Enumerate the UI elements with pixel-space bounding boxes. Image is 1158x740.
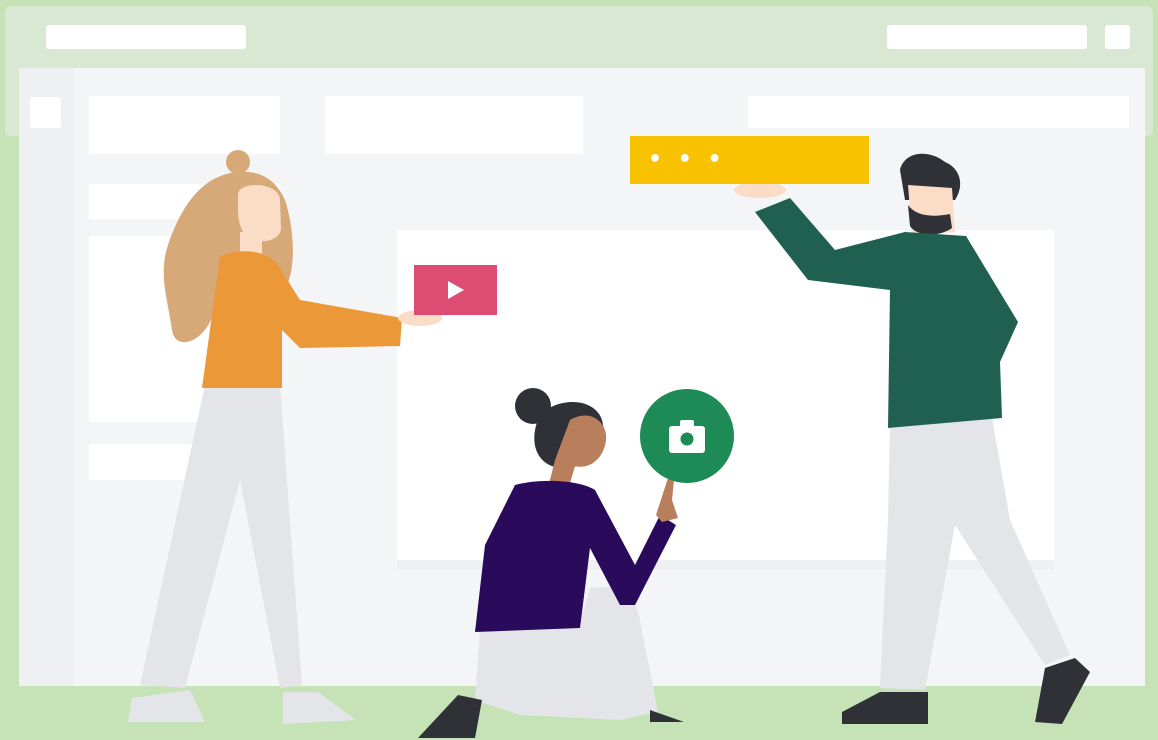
woman-left-shoe-front <box>283 692 356 724</box>
man-right-hand <box>734 182 786 198</box>
camera-badge <box>640 389 734 483</box>
more-dots-icon: • • • <box>648 147 726 172</box>
video-card <box>414 265 497 315</box>
collaboration-illustration: • • • <box>0 0 1158 740</box>
woman-left-hair-bun <box>226 150 250 174</box>
top-card-placeholder <box>325 96 583 154</box>
header-title-placeholder <box>46 25 246 49</box>
header-button-placeholder <box>1105 25 1130 49</box>
woman-left-face <box>238 184 281 242</box>
sidebar-block-1 <box>89 96 280 154</box>
man-right-shoe-back <box>842 692 928 724</box>
top-right-placeholder <box>748 96 1129 128</box>
header-search-placeholder <box>887 25 1087 49</box>
rail-icon-placeholder <box>30 97 61 128</box>
woman-center-shoe-back <box>418 695 482 738</box>
left-rail <box>19 68 74 686</box>
woman-left-shoe-back <box>128 690 205 722</box>
illustration-canvas <box>5 6 1153 738</box>
